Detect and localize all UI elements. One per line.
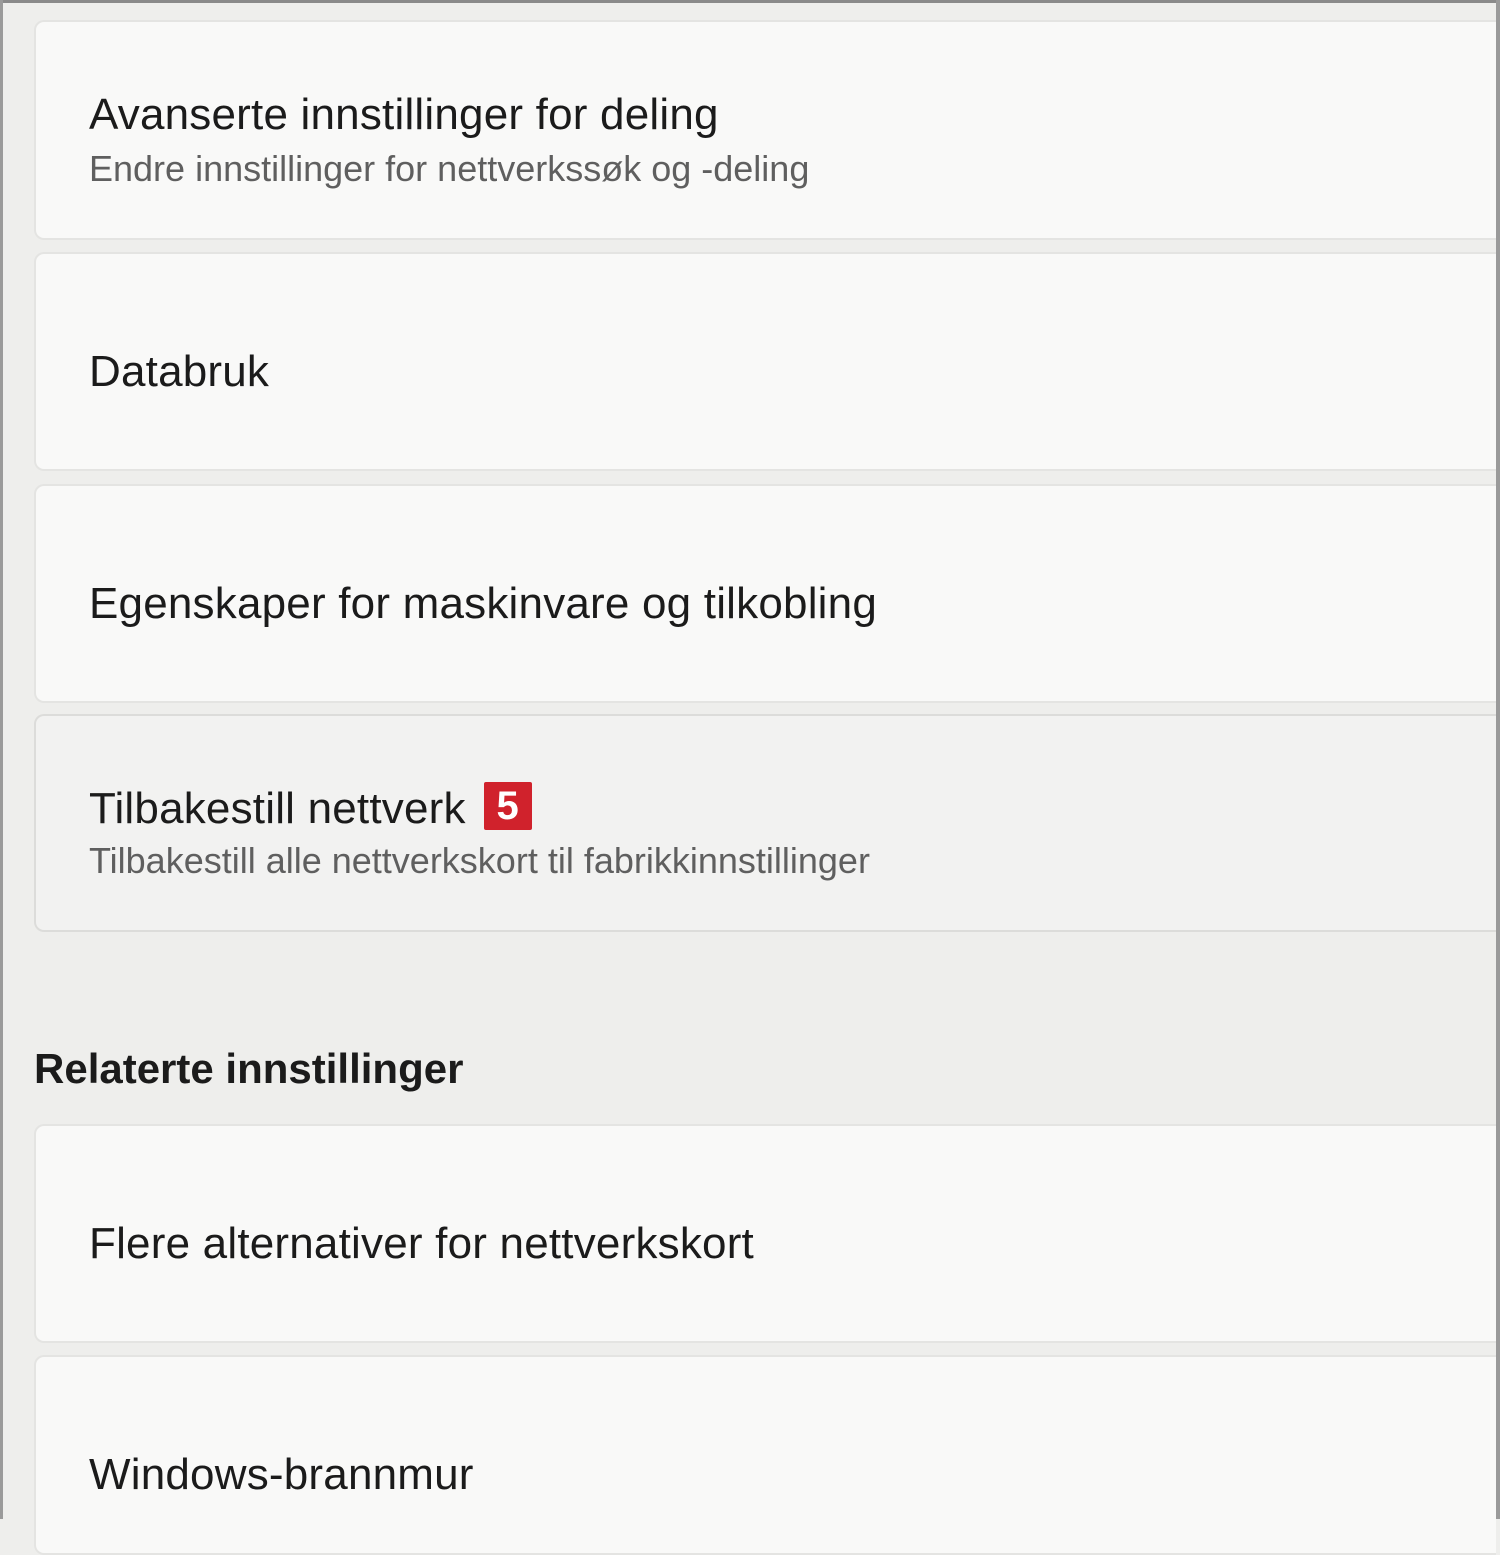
advanced-sharing-settings-title: Avanserte innstillinger for deling — [89, 90, 719, 139]
network-reset-subtitle: Tilbakestill alle nettverkskort til fabr… — [89, 840, 870, 881]
more-network-adapter-options-title: Flere alternativer for nettverkskort — [89, 1219, 754, 1268]
more-network-adapter-options-item[interactable]: Flere alternativer for nettverkskort — [34, 1124, 1496, 1343]
data-usage-item[interactable]: Databruk — [34, 252, 1496, 471]
windows-firewall-title: Windows-brannmur — [89, 1450, 474, 1499]
data-usage-title: Databruk — [89, 347, 270, 396]
network-reset-item[interactable]: Tilbakestill nettverk 5 Tilbakestill alle… — [34, 714, 1496, 932]
hardware-connection-properties-title: Egenskaper for maskinvare og tilkobling — [89, 579, 877, 628]
window-frame-top-edge — [0, 0, 1500, 3]
network-reset-title-row: Tilbakestill nettverk 5 — [89, 782, 532, 834]
step-number-badge: 5 — [483, 782, 532, 830]
window-frame-left-edge — [0, 0, 3, 1519]
hardware-connection-properties-item[interactable]: Egenskaper for maskinvare og tilkobling — [34, 484, 1496, 703]
network-reset-title: Tilbakestill nettverk — [89, 784, 466, 833]
advanced-sharing-settings-item[interactable]: Avanserte innstillinger for deling Endre… — [34, 20, 1496, 240]
windows-firewall-item[interactable]: Windows-brannmur — [34, 1355, 1496, 1555]
window-frame-right-edge — [1496, 0, 1500, 1519]
advanced-sharing-settings-subtitle: Endre innstillinger for nettverkssøk og … — [89, 148, 810, 189]
related-settings-heading: Relaterte innstillinger — [34, 1045, 464, 1092]
